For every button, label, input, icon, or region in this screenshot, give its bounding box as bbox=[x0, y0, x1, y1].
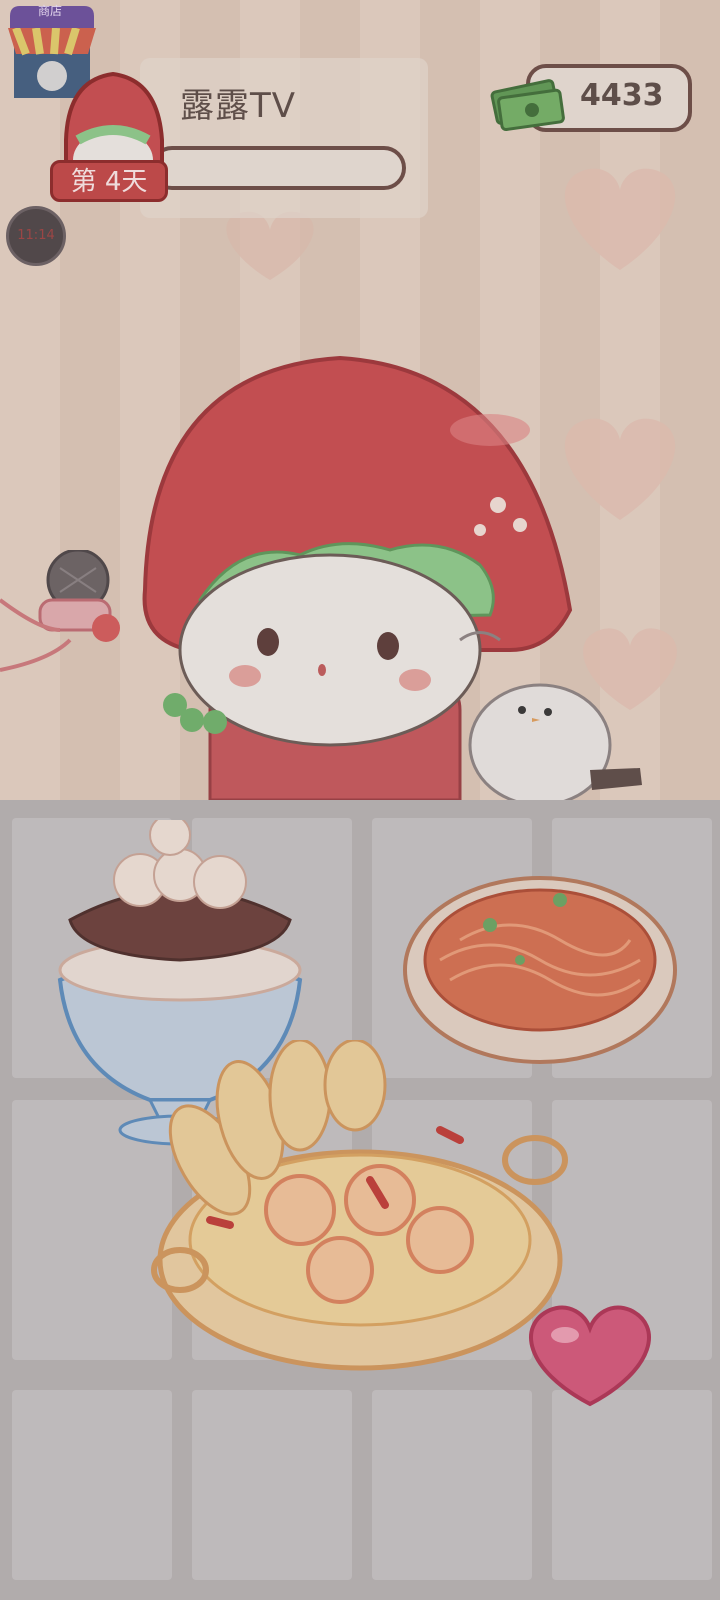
channel-name: 露露TV bbox=[180, 86, 297, 126]
game-scene: 商店 露露TV 第 4天 4433 11:14 bbox=[0, 0, 720, 1600]
money-value: 4433 bbox=[580, 78, 664, 113]
cash-icon bbox=[490, 79, 565, 132]
shop-label: 商店 bbox=[37, 4, 62, 18]
timer-badge[interactable]: 11:14 bbox=[6, 206, 66, 266]
wall-heart-small bbox=[226, 211, 314, 280]
like-heart-button[interactable] bbox=[515, 1300, 665, 1410]
dish-shrimp-bake[interactable] bbox=[140, 1040, 580, 1380]
streamer-character bbox=[142, 355, 642, 800]
day-badge: 第 4天 bbox=[50, 160, 168, 202]
day-progress-bar bbox=[150, 146, 406, 190]
microphone-icon bbox=[0, 550, 120, 672]
